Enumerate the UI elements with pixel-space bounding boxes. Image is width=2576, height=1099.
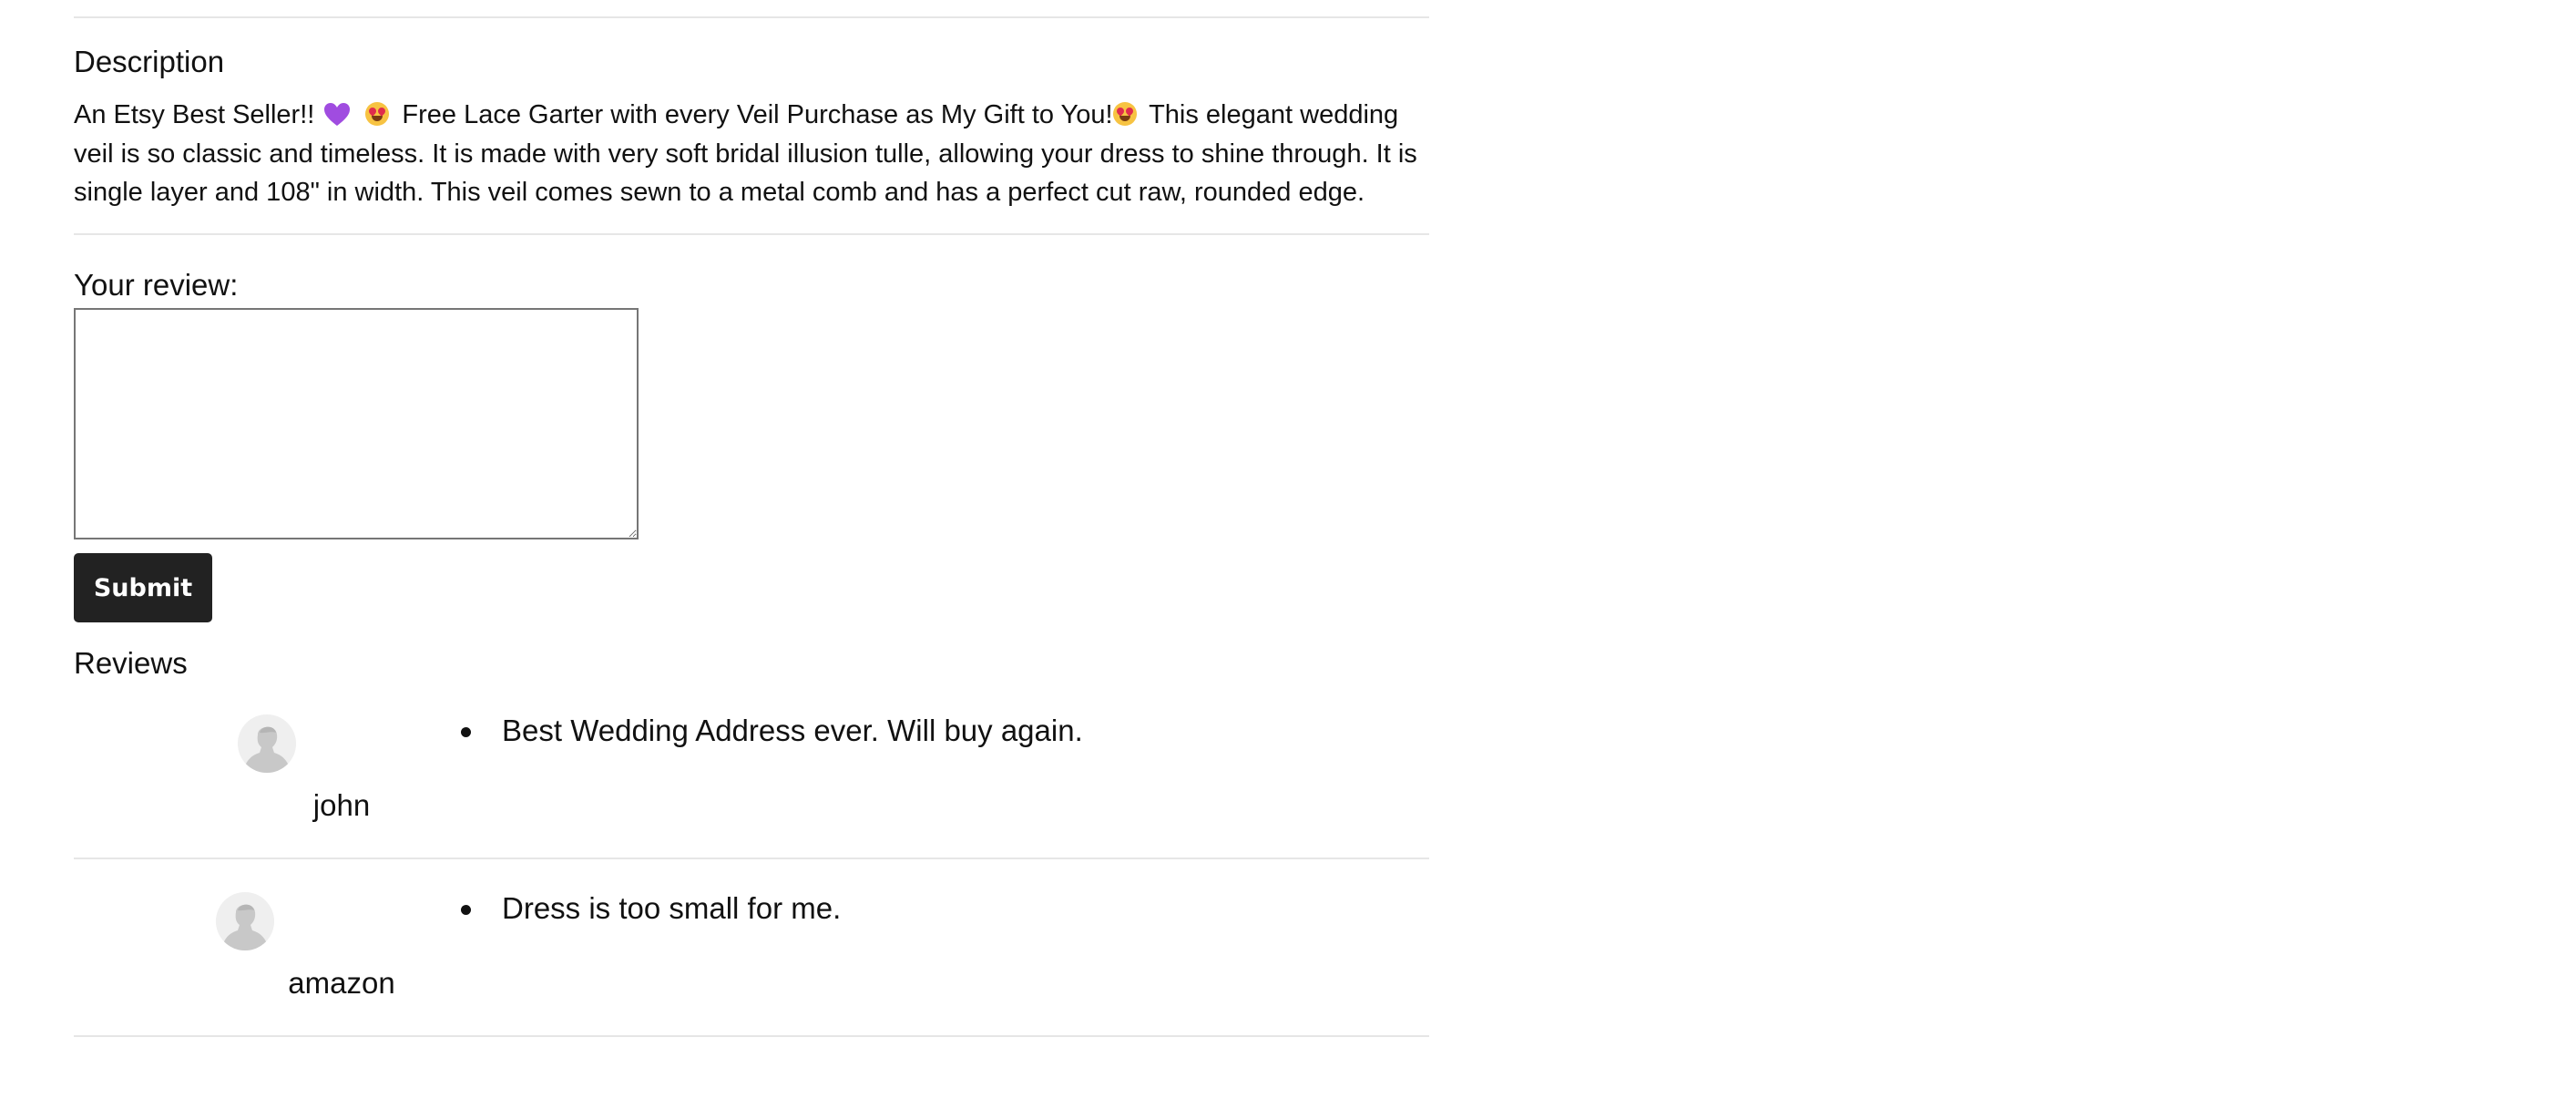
- user-avatar-icon: [216, 892, 274, 950]
- description-divider: [74, 233, 1429, 235]
- review-username: amazon: [288, 966, 395, 1000]
- review-label: Your review:: [74, 268, 239, 302]
- description-part1: An Etsy Best Seller!!: [74, 100, 315, 129]
- purple-heart-icon: [323, 102, 351, 126]
- review-textarea[interactable]: [74, 308, 639, 539]
- description-part2: Free Lace Garter with every Veil Purchas…: [402, 100, 1113, 129]
- top-divider: [74, 16, 1429, 18]
- review-item: john Best Wedding Address ever. Will buy…: [74, 682, 1429, 859]
- review-text: Dress is too small for me.: [456, 890, 841, 927]
- review-list: Dress is too small for me.: [456, 890, 841, 927]
- description-text: An Etsy Best Seller!! Free Lace Garter w…: [74, 96, 1429, 212]
- user-avatar-icon: [238, 714, 296, 773]
- review-divider: [74, 1035, 1429, 1037]
- heart-eyes-emoji-icon: [1112, 102, 1137, 126]
- review-text: Best Wedding Address ever. Will buy agai…: [456, 713, 1083, 749]
- review-item: amazon Dress is too small for me.: [74, 859, 1429, 1037]
- reviews-heading: Reviews: [74, 646, 188, 680]
- review-list: Best Wedding Address ever. Will buy agai…: [456, 713, 1083, 749]
- description-heading: Description: [74, 45, 225, 78]
- submit-button[interactable]: Submit: [74, 553, 212, 622]
- review-username: john: [312, 788, 371, 822]
- heart-eyes-emoji-icon: [365, 102, 390, 126]
